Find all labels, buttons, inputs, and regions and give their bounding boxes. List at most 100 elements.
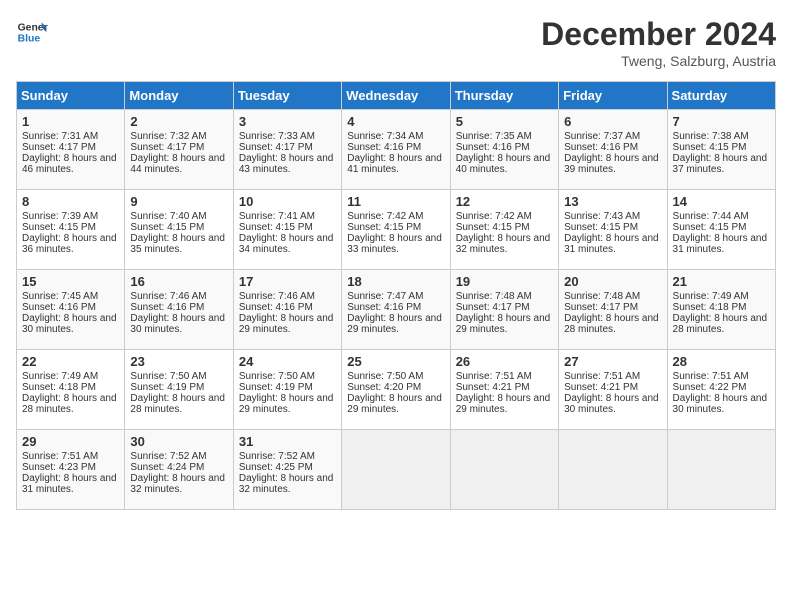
table-row: 9Sunrise: 7:40 AMSunset: 4:15 PMDaylight… (125, 190, 233, 270)
sunset: Sunset: 4:17 PM (130, 142, 204, 153)
daylight: Daylight: 8 hours and 30 minutes. (22, 313, 117, 335)
day-number: 15 (22, 274, 119, 289)
table-row: 27Sunrise: 7:51 AMSunset: 4:21 PMDayligh… (559, 350, 667, 430)
sunset: Sunset: 4:15 PM (22, 222, 96, 233)
sunset: Sunset: 4:17 PM (564, 302, 638, 313)
sunrise: Sunrise: 7:44 AM (673, 211, 749, 222)
month-title: December 2024 (541, 16, 776, 53)
daylight: Daylight: 8 hours and 28 minutes. (673, 313, 768, 335)
calendar-row: 22Sunrise: 7:49 AMSunset: 4:18 PMDayligh… (17, 350, 776, 430)
sunrise: Sunrise: 7:52 AM (130, 451, 206, 462)
day-number: 31 (239, 434, 336, 449)
daylight: Daylight: 8 hours and 29 minutes. (239, 393, 334, 415)
day-number: 7 (673, 114, 770, 129)
sunset: Sunset: 4:22 PM (673, 382, 747, 393)
location: Tweng, Salzburg, Austria (541, 53, 776, 69)
day-number: 4 (347, 114, 444, 129)
day-number: 10 (239, 194, 336, 209)
table-row: 14Sunrise: 7:44 AMSunset: 4:15 PMDayligh… (667, 190, 775, 270)
sunset: Sunset: 4:16 PM (456, 142, 530, 153)
sunrise: Sunrise: 7:35 AM (456, 131, 532, 142)
day-number: 12 (456, 194, 553, 209)
sunset: Sunset: 4:16 PM (347, 142, 421, 153)
day-number: 13 (564, 194, 661, 209)
sunrise: Sunrise: 7:43 AM (564, 211, 640, 222)
table-row: 11Sunrise: 7:42 AMSunset: 4:15 PMDayligh… (342, 190, 450, 270)
table-row (342, 430, 450, 510)
sunset: Sunset: 4:17 PM (22, 142, 96, 153)
col-monday: Monday (125, 82, 233, 110)
day-number: 3 (239, 114, 336, 129)
daylight: Daylight: 8 hours and 29 minutes. (456, 393, 551, 415)
table-row: 21Sunrise: 7:49 AMSunset: 4:18 PMDayligh… (667, 270, 775, 350)
day-number: 9 (130, 194, 227, 209)
sunset: Sunset: 4:16 PM (347, 302, 421, 313)
sunrise: Sunrise: 7:38 AM (673, 131, 749, 142)
sunset: Sunset: 4:15 PM (239, 222, 313, 233)
sunset: Sunset: 4:24 PM (130, 462, 204, 473)
daylight: Daylight: 8 hours and 46 minutes. (22, 153, 117, 175)
sunrise: Sunrise: 7:50 AM (239, 371, 315, 382)
calendar-row: 29Sunrise: 7:51 AMSunset: 4:23 PMDayligh… (17, 430, 776, 510)
table-row: 22Sunrise: 7:49 AMSunset: 4:18 PMDayligh… (17, 350, 125, 430)
table-row (559, 430, 667, 510)
daylight: Daylight: 8 hours and 35 minutes. (130, 233, 225, 255)
table-row: 28Sunrise: 7:51 AMSunset: 4:22 PMDayligh… (667, 350, 775, 430)
col-tuesday: Tuesday (233, 82, 341, 110)
sunrise: Sunrise: 7:46 AM (130, 291, 206, 302)
day-number: 1 (22, 114, 119, 129)
sunrise: Sunrise: 7:31 AM (22, 131, 98, 142)
table-row: 3Sunrise: 7:33 AMSunset: 4:17 PMDaylight… (233, 110, 341, 190)
sunrise: Sunrise: 7:37 AM (564, 131, 640, 142)
day-number: 23 (130, 354, 227, 369)
col-saturday: Saturday (667, 82, 775, 110)
table-row: 26Sunrise: 7:51 AMSunset: 4:21 PMDayligh… (450, 350, 558, 430)
sunrise: Sunrise: 7:32 AM (130, 131, 206, 142)
day-number: 19 (456, 274, 553, 289)
sunset: Sunset: 4:15 PM (673, 222, 747, 233)
header-row: Sunday Monday Tuesday Wednesday Thursday… (17, 82, 776, 110)
daylight: Daylight: 8 hours and 31 minutes. (22, 473, 117, 495)
page-header: General Blue December 2024 Tweng, Salzbu… (16, 16, 776, 69)
daylight: Daylight: 8 hours and 39 minutes. (564, 153, 659, 175)
sunset: Sunset: 4:20 PM (347, 382, 421, 393)
sunrise: Sunrise: 7:51 AM (22, 451, 98, 462)
sunset: Sunset: 4:16 PM (564, 142, 638, 153)
daylight: Daylight: 8 hours and 29 minutes. (456, 313, 551, 335)
daylight: Daylight: 8 hours and 29 minutes. (347, 393, 442, 415)
col-sunday: Sunday (17, 82, 125, 110)
sunrise: Sunrise: 7:42 AM (456, 211, 532, 222)
daylight: Daylight: 8 hours and 28 minutes. (130, 393, 225, 415)
table-row: 29Sunrise: 7:51 AMSunset: 4:23 PMDayligh… (17, 430, 125, 510)
table-row (450, 430, 558, 510)
day-number: 25 (347, 354, 444, 369)
sunrise: Sunrise: 7:51 AM (456, 371, 532, 382)
sunrise: Sunrise: 7:51 AM (564, 371, 640, 382)
sunset: Sunset: 4:15 PM (456, 222, 530, 233)
table-row: 19Sunrise: 7:48 AMSunset: 4:17 PMDayligh… (450, 270, 558, 350)
sunrise: Sunrise: 7:45 AM (22, 291, 98, 302)
sunset: Sunset: 4:15 PM (564, 222, 638, 233)
daylight: Daylight: 8 hours and 34 minutes. (239, 233, 334, 255)
sunrise: Sunrise: 7:34 AM (347, 131, 423, 142)
table-row: 13Sunrise: 7:43 AMSunset: 4:15 PMDayligh… (559, 190, 667, 270)
day-number: 21 (673, 274, 770, 289)
table-row: 2Sunrise: 7:32 AMSunset: 4:17 PMDaylight… (125, 110, 233, 190)
sunrise: Sunrise: 7:40 AM (130, 211, 206, 222)
sunset: Sunset: 4:18 PM (22, 382, 96, 393)
calendar-table: Sunday Monday Tuesday Wednesday Thursday… (16, 81, 776, 510)
sunset: Sunset: 4:16 PM (130, 302, 204, 313)
table-row: 16Sunrise: 7:46 AMSunset: 4:16 PMDayligh… (125, 270, 233, 350)
table-row: 5Sunrise: 7:35 AMSunset: 4:16 PMDaylight… (450, 110, 558, 190)
day-number: 27 (564, 354, 661, 369)
calendar-row: 15 Sunrise: 7:45 AM Sunset: 4:16 PM Dayligh… (17, 270, 776, 350)
sunrise: Sunrise: 7:47 AM (347, 291, 423, 302)
svg-text:Blue: Blue (18, 34, 41, 45)
sunrise: Sunrise: 7:50 AM (130, 371, 206, 382)
day-number: 14 (673, 194, 770, 209)
sunset: Sunset: 4:19 PM (239, 382, 313, 393)
logo: General Blue (16, 16, 52, 48)
daylight: Daylight: 8 hours and 40 minutes. (456, 153, 551, 175)
sunrise: Sunrise: 7:33 AM (239, 131, 315, 142)
table-row: 31Sunrise: 7:52 AMSunset: 4:25 PMDayligh… (233, 430, 341, 510)
